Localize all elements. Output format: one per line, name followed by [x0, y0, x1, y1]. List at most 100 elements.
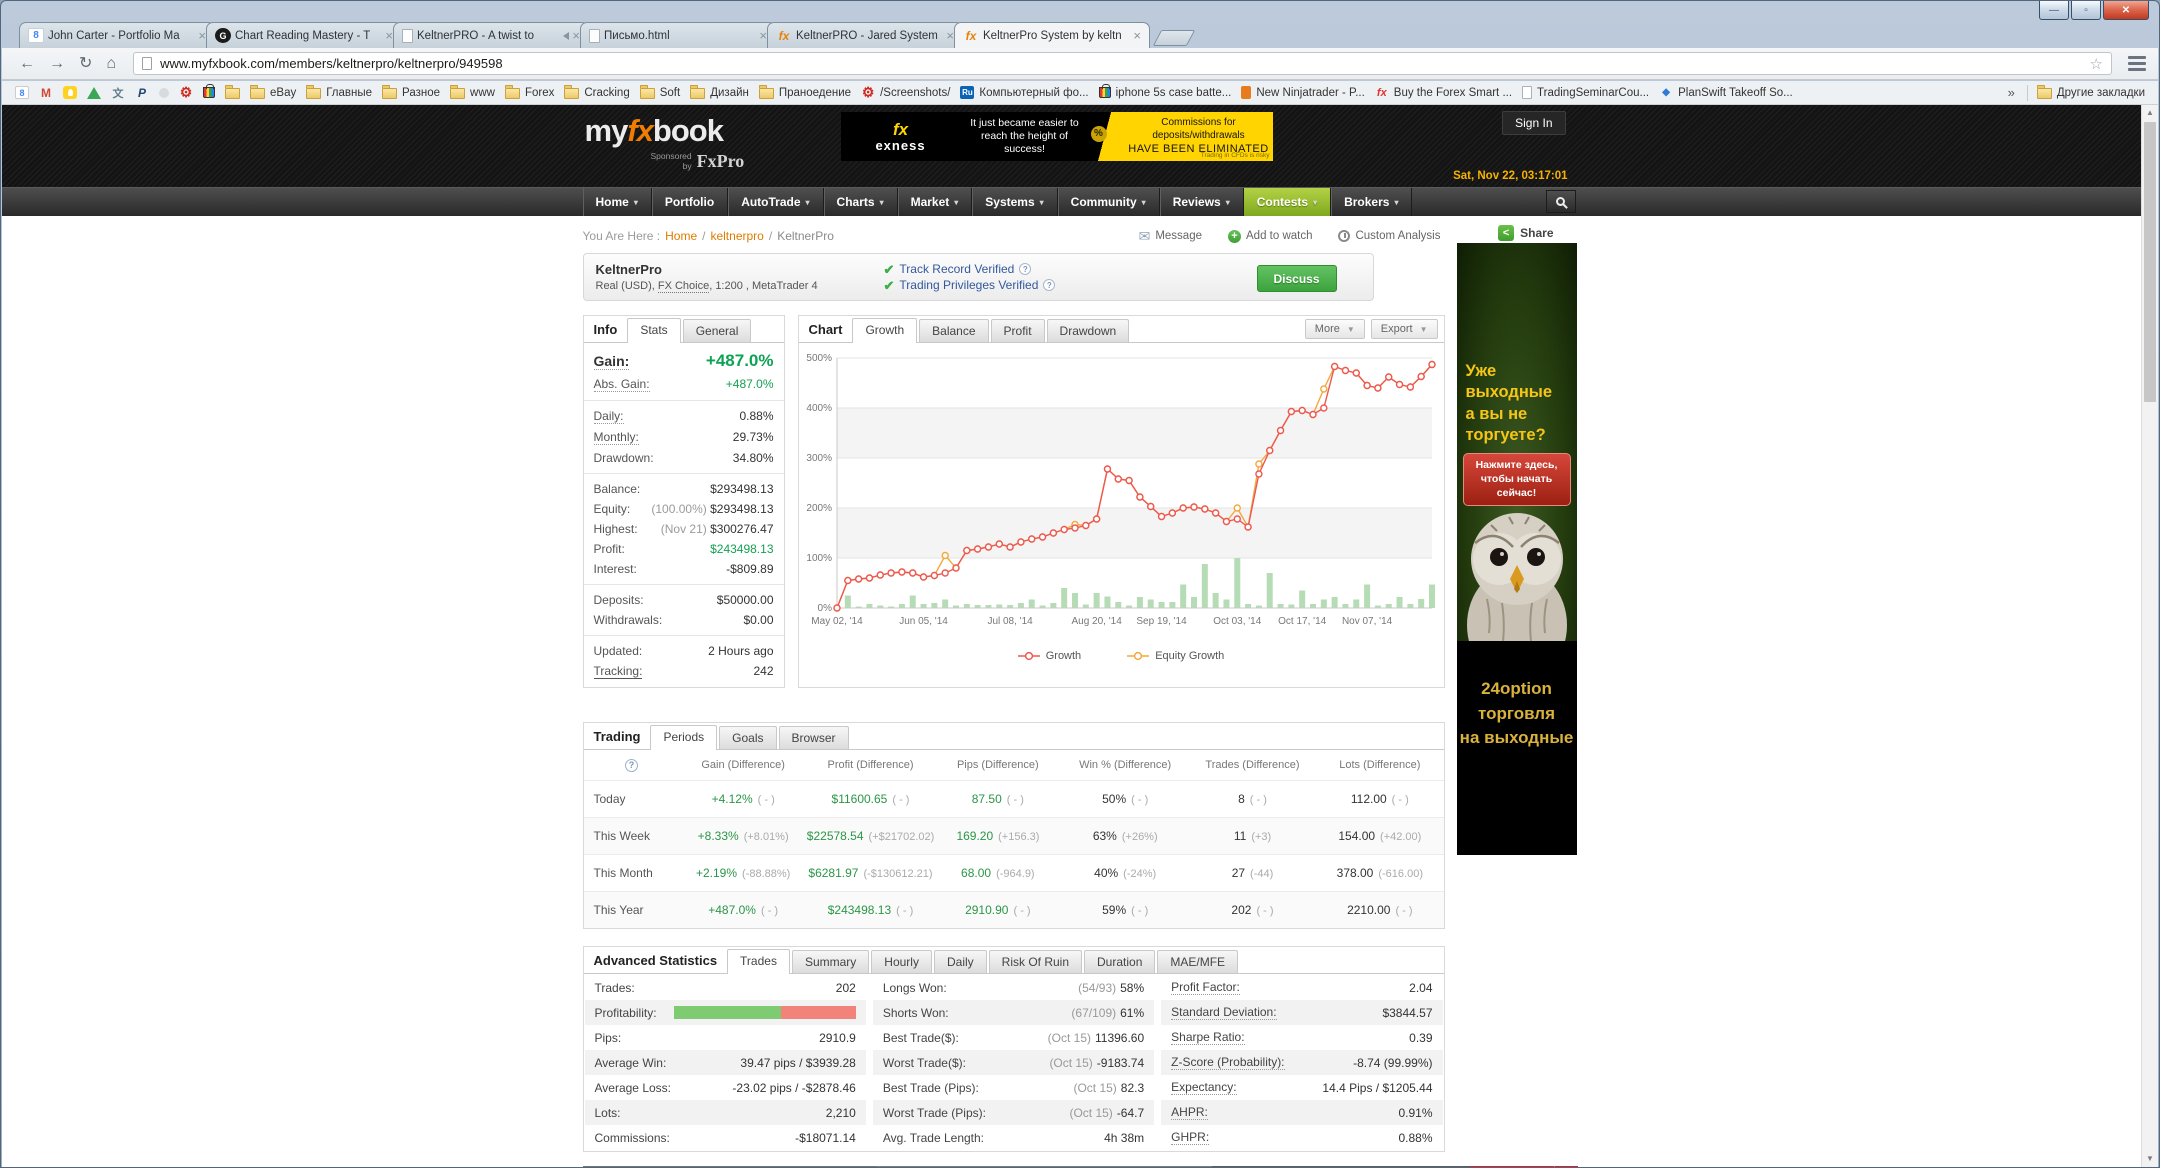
tab-close-icon[interactable]: ×: [946, 29, 954, 42]
tab-summary[interactable]: Summary: [792, 950, 869, 973]
nav-item-charts[interactable]: Charts▾: [824, 188, 898, 216]
help-icon[interactable]: ?: [1019, 263, 1031, 275]
browser-tab[interactable]: fxKeltnerPRO - Jared System×: [767, 22, 963, 48]
forward-button[interactable]: →: [49, 56, 65, 72]
more-dropdown[interactable]: More▼: [1305, 319, 1365, 339]
nav-item-brokers[interactable]: Brokers▾: [1331, 188, 1412, 216]
other-bookmarks-button[interactable]: Другие закладки: [2032, 83, 2150, 103]
nav-item-reviews[interactable]: Reviews▾: [1160, 188, 1244, 216]
bookmark-item[interactable]: www: [445, 83, 500, 103]
bookmark-misc[interactable]: [154, 83, 174, 103]
bookmark-item[interactable]: TradingSeminarCou...: [1517, 83, 1654, 103]
bookmark-item[interactable]: fxBuy the Forex Smart ...: [1370, 83, 1517, 103]
nav-item-autotrade[interactable]: AutoTrade▾: [728, 188, 823, 216]
breadcrumb-link[interactable]: keltnerpro: [710, 229, 763, 243]
tab-browser[interactable]: Browser: [779, 726, 849, 749]
export-dropdown[interactable]: Export▼: [1371, 319, 1438, 339]
share-button[interactable]: < Share: [1498, 225, 1553, 241]
bookmark-item[interactable]: Разное: [377, 83, 445, 103]
bookmark-item[interactable]: [220, 83, 245, 103]
bookmark-item[interactable]: Дизайн: [685, 83, 754, 103]
tab-goals[interactable]: Goals: [719, 726, 776, 749]
scrollbar-thumb[interactable]: [2144, 122, 2156, 402]
tab-profit[interactable]: Profit: [991, 319, 1045, 342]
ad-cta-button[interactable]: Нажмите здесь,чтобы начатьсейчас!: [1463, 453, 1571, 506]
bookmark-item[interactable]: Soft: [635, 83, 685, 103]
analysis-action[interactable]: Custom Analysis: [1338, 230, 1440, 242]
nav-item-community[interactable]: Community▾: [1058, 188, 1160, 216]
new-tab-button[interactable]: [1153, 30, 1196, 46]
24option-ad-banner[interactable]: Ужевыходныеа вы неторгуете? Нажмите здес…: [1457, 243, 1577, 855]
bookmark-item[interactable]: iphone 5s case batte...: [1094, 83, 1237, 103]
bookmark-item[interactable]: New Ninjatrader - P...: [1236, 83, 1369, 103]
nav-item-home[interactable]: Home▾: [583, 188, 652, 216]
bookmark-item[interactable]: ⚙/Screenshots/: [856, 83, 955, 103]
address-bar[interactable]: www.myfxbook.com/members/keltnerpro/kelt…: [133, 52, 2112, 75]
window-maximize-button[interactable]: ▫: [2071, 1, 2101, 20]
discuss-button[interactable]: Discuss: [1257, 265, 1337, 292]
window-minimize-button[interactable]: —: [2039, 1, 2069, 20]
bookmark-item[interactable]: Главные: [301, 83, 377, 103]
news-headline[interactable]: Bank of America hires U.S. officials for…: [879, 1166, 1212, 1167]
bookmark-item[interactable]: RuКомпьютерный фо...: [955, 83, 1093, 103]
help-icon[interactable]: ?: [625, 759, 638, 772]
tab-close-icon[interactable]: ×: [572, 29, 580, 42]
scroll-up-arrow[interactable]: ▲: [2142, 105, 2158, 121]
tab-periods[interactable]: Periods: [650, 725, 717, 750]
nav-item-portfolio[interactable]: Portfolio: [652, 188, 728, 216]
tab-drawdown[interactable]: Drawdown: [1047, 319, 1130, 342]
back-button[interactable]: ←: [19, 56, 35, 72]
bookmark-star-icon[interactable]: ☆: [2090, 55, 2103, 73]
bookmark-item[interactable]: Cracking: [559, 83, 634, 103]
bookmarks-overflow-chevron[interactable]: »: [2000, 85, 2023, 100]
tab-stats[interactable]: Stats: [627, 318, 680, 343]
tab-growth[interactable]: Growth: [852, 318, 917, 343]
message-action[interactable]: ✉Message: [1139, 229, 1202, 243]
tab-trades[interactable]: Trades: [727, 949, 790, 974]
tab-close-icon[interactable]: ×: [385, 29, 393, 42]
home-button[interactable]: ⌂: [106, 56, 116, 72]
broker-link[interactable]: FX Choice: [658, 280, 709, 293]
bookmark-gmail[interactable]: M: [34, 83, 58, 103]
tab-close-icon[interactable]: ×: [759, 29, 767, 42]
browser-tab[interactable]: KeltnerPRO - A twist to×: [393, 22, 589, 48]
menu-button[interactable]: [2126, 56, 2148, 72]
ticker-expand-chevron[interactable]: ∨: [1554, 1166, 1578, 1167]
window-close-button[interactable]: ✕: [2103, 1, 2149, 20]
myfxbook-logo[interactable]: myfxbook: [585, 115, 723, 146]
bookmark-item[interactable]: eBay: [245, 83, 301, 103]
nav-item-contests[interactable]: Contests▾: [1244, 188, 1331, 216]
fxpro-ticker-logo[interactable]: FxPro: [1470, 1166, 1554, 1167]
bookmark-translate[interactable]: 文: [106, 83, 130, 103]
page-scrollbar[interactable]: ▲ ▼: [2141, 105, 2158, 1167]
tab-riskofruin[interactable]: Risk Of Ruin: [989, 950, 1082, 973]
sign-in-button[interactable]: Sign In: [1502, 111, 1565, 135]
tab-duration[interactable]: Duration: [1084, 950, 1155, 973]
tab-balance[interactable]: Balance: [919, 319, 988, 342]
breadcrumb-link[interactable]: Home: [665, 229, 697, 243]
add-action[interactable]: +Add to watch: [1228, 230, 1312, 243]
bookmark-paypal[interactable]: P: [130, 83, 154, 103]
nav-item-systems[interactable]: Systems▾: [972, 188, 1057, 216]
exness-ad-banner[interactable]: fx exness It just became easier to reach…: [841, 112, 1273, 161]
nav-search-button[interactable]: [1546, 190, 1576, 213]
scroll-down-arrow[interactable]: ▼: [2142, 1151, 2158, 1167]
bookmark-bulb[interactable]: [58, 83, 82, 103]
bookmark-item[interactable]: Forex: [500, 83, 559, 103]
bookmark-item[interactable]: Праноедение: [754, 83, 856, 103]
tab-close-icon[interactable]: ×: [198, 29, 206, 42]
tab-daily[interactable]: Daily: [934, 950, 987, 973]
help-icon[interactable]: ?: [1043, 279, 1055, 291]
tab-general[interactable]: General: [683, 319, 752, 342]
tab-close-icon[interactable]: ×: [1133, 29, 1141, 42]
bookmark-item[interactable]: ◆PlanSwift Takeoff So...: [1654, 83, 1798, 103]
nav-item-market[interactable]: Market▾: [898, 188, 973, 216]
browser-tab[interactable]: GChart Reading Mastery - T×: [206, 22, 402, 48]
bookmark-google[interactable]: 8: [10, 83, 34, 103]
reload-button[interactable]: ↻: [79, 56, 92, 72]
bookmark-gear[interactable]: ⚙: [174, 83, 198, 103]
bookmark-bag[interactable]: [198, 83, 220, 103]
browser-tab[interactable]: 8John Carter - Portfolio Ma×: [19, 22, 215, 48]
tab-hourly[interactable]: Hourly: [871, 950, 932, 973]
tab-maemfe[interactable]: MAE/MFE: [1157, 950, 1238, 973]
